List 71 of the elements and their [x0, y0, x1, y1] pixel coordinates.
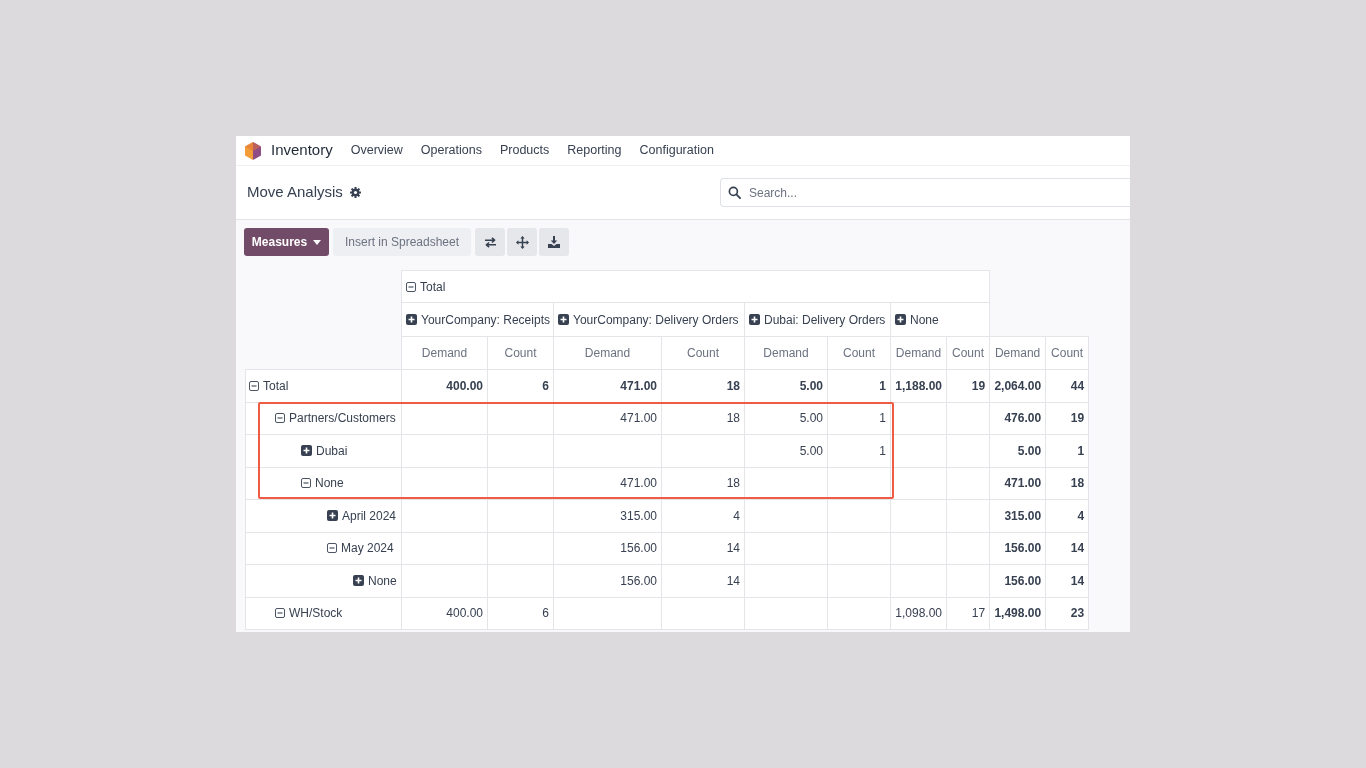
table-cell: 2,064.00: [989, 369, 1046, 402]
table-cell: 5.00: [989, 434, 1046, 467]
measure-header[interactable]: Demand: [890, 336, 947, 370]
table-cell: 1: [827, 402, 891, 435]
measure-header[interactable]: Count: [661, 336, 745, 370]
column-header[interactable]: Total: [401, 270, 990, 303]
table-cell: 5.00: [744, 369, 828, 402]
table-cell: 5.00: [744, 402, 828, 435]
menu-item[interactable]: Overview: [341, 141, 412, 160]
measure-header[interactable]: Count: [1045, 336, 1089, 370]
page-title: Move Analysis: [247, 182, 343, 203]
table-cell: 1,498.00: [989, 597, 1046, 630]
column-header[interactable]: YourCompany: Delivery Orders: [553, 302, 745, 337]
row-header[interactable]: None: [245, 564, 402, 597]
column-header[interactable]: YourCompany: Receipts: [401, 302, 554, 337]
download-icon: [548, 236, 560, 248]
table-cell: 476.00: [989, 402, 1046, 435]
menu-item[interactable]: Products: [490, 141, 559, 160]
measure-header[interactable]: Count: [487, 336, 554, 370]
table-cell: 400.00: [401, 369, 488, 402]
row-header[interactable]: April 2024: [245, 499, 402, 532]
measures-button[interactable]: Measures: [244, 228, 329, 256]
table-cell: 315.00: [989, 499, 1046, 532]
table-cell: 1: [827, 434, 891, 467]
table-cell: 14: [661, 532, 745, 565]
measure-header[interactable]: Demand: [553, 336, 662, 370]
table-cell: 156.00: [553, 532, 662, 565]
table-cell: 1,098.00: [890, 597, 947, 630]
table-cell: 6: [487, 597, 554, 630]
row-header[interactable]: Partners/Customers: [245, 402, 402, 435]
table-cell: 18: [661, 402, 745, 435]
table-cell: 5.00: [744, 434, 828, 467]
row-header[interactable]: WH/Stock: [245, 597, 402, 630]
table-cell: 18: [661, 369, 745, 402]
expand-all-button[interactable]: [507, 228, 537, 256]
gear-icon[interactable]: [349, 187, 361, 198]
measure-header[interactable]: Demand: [744, 336, 828, 370]
table-cell: 1,188.00: [890, 369, 947, 402]
app-name[interactable]: Inventory: [271, 139, 333, 162]
search-field[interactable]: Search...: [720, 178, 1130, 207]
measure-header[interactable]: Count: [827, 336, 891, 370]
search-icon: [728, 186, 741, 199]
measure-header[interactable]: Demand: [989, 336, 1046, 370]
caret-icon: [313, 239, 322, 245]
menu-item[interactable]: Reporting: [558, 141, 631, 160]
menu-item[interactable]: Configuration: [630, 141, 723, 160]
flip-axis-button[interactable]: [475, 228, 505, 256]
table-cell: 471.00: [553, 369, 662, 402]
row-header[interactable]: Dubai: [245, 434, 402, 467]
four-way-arrows-icon: [515, 235, 529, 249]
table-cell: 1: [827, 369, 891, 402]
table-cell: 400.00: [401, 597, 488, 630]
row-header[interactable]: Total: [245, 369, 402, 402]
row-header[interactable]: May 2024: [245, 532, 402, 565]
column-header[interactable]: None: [890, 302, 990, 337]
table-cell: 471.00: [989, 467, 1046, 500]
table-cell: 315.00: [553, 499, 662, 532]
table-cell: 156.00: [989, 564, 1046, 597]
table-cell: 6: [487, 369, 554, 402]
insert-spreadsheet-button[interactable]: Insert in Spreadsheet: [333, 228, 471, 256]
table-cell: 471.00: [553, 402, 662, 435]
table-cell: 156.00: [553, 564, 662, 597]
table-cell: 4: [661, 499, 745, 532]
measure-header[interactable]: Demand: [401, 336, 488, 370]
table-cell: 14: [661, 564, 745, 597]
table-cell: 156.00: [989, 532, 1046, 565]
download-button[interactable]: [539, 228, 569, 256]
hexagon-logo-icon: [244, 141, 262, 160]
swap-arrows-icon: [483, 236, 497, 248]
column-header[interactable]: Dubai: Delivery Orders: [744, 302, 891, 337]
menu-item[interactable]: Operations: [411, 141, 491, 160]
